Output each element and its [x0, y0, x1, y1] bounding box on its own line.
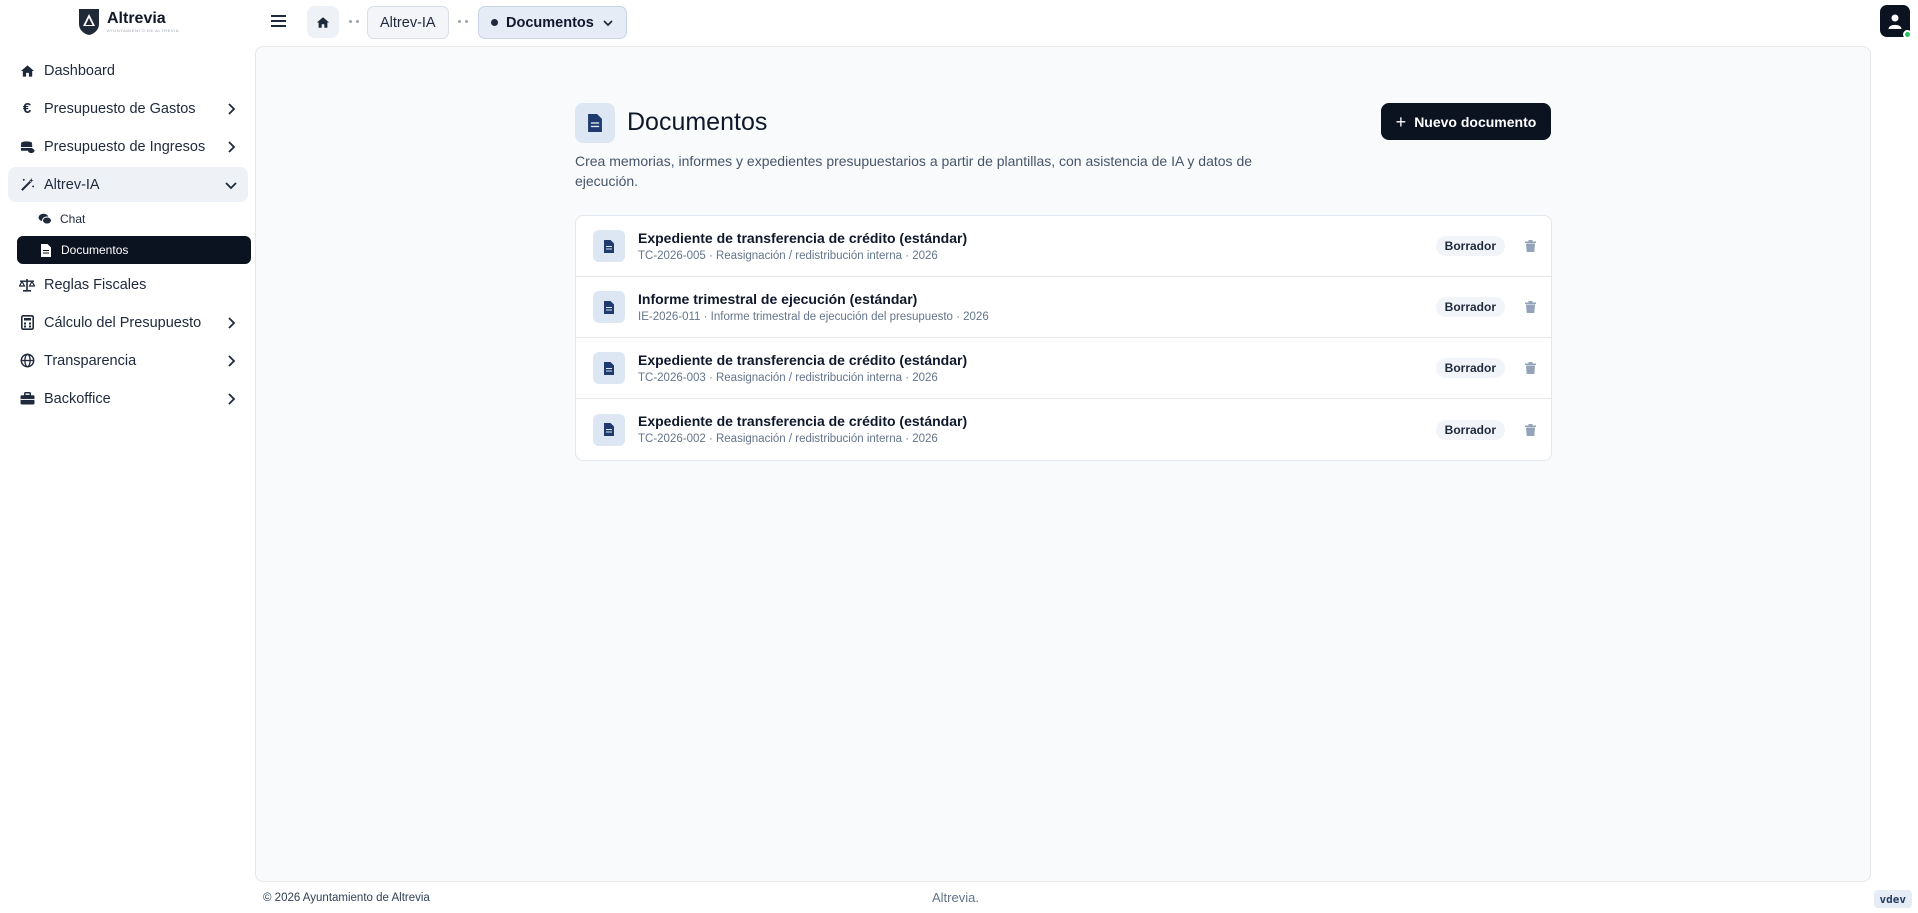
trash-icon[interactable] — [1523, 423, 1537, 437]
chevron-down-icon — [225, 181, 237, 189]
sidebar-item-documentos[interactable]: Documentos — [17, 236, 251, 264]
document-row[interactable]: Expediente de transferencia de crédito (… — [576, 216, 1551, 277]
trash-icon[interactable] — [1523, 300, 1537, 314]
brand-name: Altrevia — [107, 10, 166, 27]
sidebar-item-chat[interactable]: Chat — [16, 205, 254, 233]
breadcrumb-home[interactable] — [307, 6, 339, 38]
sidebar-item-label: Cálculo del Presupuesto — [44, 314, 202, 331]
status-badge: Borrador — [1435, 358, 1505, 378]
home-icon — [316, 16, 330, 28]
document-icon — [593, 291, 625, 323]
status-badge: Borrador — [1435, 419, 1505, 440]
chevron-right-icon — [228, 140, 236, 153]
sidebar-item-presupuesto-gastos[interactable]: € Presupuesto de Gastos — [8, 91, 248, 126]
chevron-right-icon — [228, 316, 236, 329]
breadcrumb-label: Altrev-IA — [380, 14, 436, 31]
document-icon — [588, 114, 602, 132]
trash-icon[interactable] — [1523, 361, 1537, 375]
document-icon — [593, 230, 625, 262]
sidebar-item-altrev-ia[interactable]: Altrev-IA — [8, 167, 248, 202]
magic-wand-icon — [19, 177, 35, 193]
document-meta: TC-2026-002 · Reasignación / redistribuc… — [638, 433, 938, 445]
chat-bubbles-icon — [38, 212, 52, 226]
document-title: Expediente de transferencia de crédito (… — [638, 351, 968, 368]
sidebar-item-label: Altrev-IA — [44, 176, 100, 193]
chevron-right-icon — [228, 354, 236, 367]
sidebar-item-calculo-presupuesto[interactable]: Cálculo del Presupuesto — [8, 305, 248, 340]
sidebar-nav: Dashboard € Presupuesto de Gastos Presup… — [8, 53, 251, 419]
calculator-icon — [19, 315, 35, 331]
document-title: Informe trimestral de ejecución (estánda… — [638, 290, 918, 307]
sidebar-item-reglas-fiscales[interactable]: Reglas Fiscales — [8, 267, 248, 302]
document-icon — [593, 413, 625, 446]
sidebar-item-label: Backoffice — [44, 390, 111, 407]
sidebar-item-label: Presupuesto de Gastos — [44, 100, 196, 117]
breadcrumb-item-documentos[interactable]: Documentos — [478, 6, 627, 39]
brand-subtitle: AYUNTAMIENTO DE ALTREVIA — [107, 28, 180, 33]
coins-icon — [19, 139, 35, 155]
sidebar-submenu-altrev-ia: Chat Documentos — [8, 205, 251, 264]
sidebar-item-label: Reglas Fiscales — [44, 276, 147, 293]
breadcrumb-separator — [458, 20, 470, 24]
globe-icon — [19, 353, 35, 369]
document-list: Expediente de transferencia de crédito (… — [575, 215, 1552, 461]
online-status-indicator — [1903, 30, 1912, 39]
scale-icon — [19, 277, 35, 293]
chevron-right-icon — [228, 392, 236, 405]
document-icon — [39, 243, 53, 257]
breadcrumb-separator — [349, 20, 361, 24]
document-icon — [593, 352, 625, 384]
briefcase-icon — [19, 391, 35, 407]
footer-brand: Altrevia. — [932, 890, 979, 905]
document-row[interactable]: Expediente de transferencia de crédito (… — [576, 338, 1551, 399]
footer-copyright: © 2026 Ayuntamiento de Altrevia — [263, 892, 430, 904]
sidebar-item-label: Transparencia — [44, 352, 137, 369]
sidebar-item-dashboard[interactable]: Dashboard — [8, 53, 248, 88]
new-document-button[interactable]: + Nuevo documento — [1381, 103, 1551, 140]
document-row[interactable]: Informe trimestral de ejecución (estánda… — [576, 277, 1551, 338]
brand-logo[interactable]: Altrevia AYUNTAMIENTO DE ALTREVIA — [77, 8, 179, 36]
sidebar-item-transparencia[interactable]: Transparencia — [8, 343, 248, 378]
document-meta: IE-2026-011 · Informe trimestral de ejec… — [638, 310, 989, 323]
sidebar-item-presupuesto-ingresos[interactable]: Presupuesto de Ingresos — [8, 129, 248, 164]
document-meta: TC-2026-003 · Reasignación / redistribuc… — [638, 371, 938, 384]
shield-logo-icon — [79, 9, 99, 35]
trash-icon[interactable] — [1523, 239, 1537, 253]
new-document-label: Nuevo documento — [1414, 113, 1537, 130]
page-description: Crea memorias, informes y expedientes pr… — [575, 153, 1253, 189]
page-header-icon — [575, 103, 615, 143]
document-title: Expediente de transferencia de crédito (… — [638, 413, 968, 429]
hamburger-menu-icon[interactable] — [269, 11, 289, 31]
page-title: Documentos — [627, 108, 768, 136]
user-icon — [1888, 14, 1902, 29]
status-badge: Borrador — [1435, 236, 1505, 256]
sidebar-item-label: Documentos — [61, 243, 129, 257]
breadcrumb-label: Documentos — [506, 14, 594, 31]
sidebar-item-label: Presupuesto de Ingresos — [44, 138, 206, 155]
status-badge: Borrador — [1435, 297, 1505, 317]
sidebar-item-label: Dashboard — [44, 62, 115, 79]
document-meta: TC-2026-005 · Reasignación / redistribuc… — [638, 249, 938, 262]
chevron-down-icon — [603, 19, 613, 26]
euro-icon: € — [22, 100, 32, 117]
sidebar: Altrevia AYUNTAMIENTO DE ALTREVIA Dashbo… — [0, 0, 255, 913]
sidebar-item-label: Chat — [60, 212, 86, 226]
chevron-right-icon — [228, 102, 236, 115]
version-badge: vdev — [1873, 890, 1912, 908]
plus-icon: + — [1395, 111, 1407, 132]
breadcrumb-item-altrev-ia[interactable]: Altrev-IA — [367, 6, 449, 39]
user-avatar[interactable] — [1880, 5, 1912, 39]
topbar: Altrev-IA Documentos — [255, 0, 1918, 44]
home-icon — [19, 63, 35, 79]
sidebar-item-backoffice[interactable]: Backoffice — [8, 381, 248, 416]
document-row[interactable]: Expediente de transferencia de crédito (… — [576, 399, 1551, 460]
current-dot-icon — [491, 19, 498, 26]
document-title: Expediente de transferencia de crédito (… — [638, 229, 968, 246]
